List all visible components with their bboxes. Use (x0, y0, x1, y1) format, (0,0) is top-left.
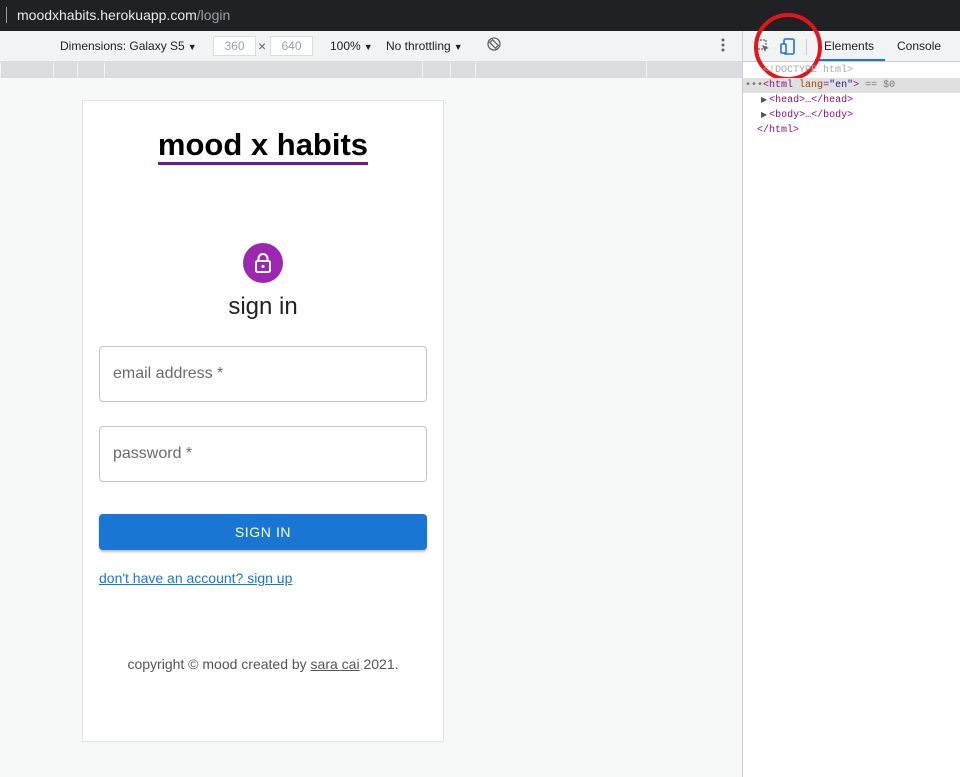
more-vert-icon[interactable] (720, 37, 726, 56)
ruler-segment[interactable] (475, 62, 646, 78)
dimensions-select[interactable]: Dimensions: Galaxy S5 ▼ (60, 39, 197, 53)
url-host: moodxhabits.herokuapp.com (17, 7, 197, 23)
selected-marker: == $0 (865, 80, 896, 91)
lock-icon (255, 253, 271, 273)
address-bar: moodxhabits.herokuapp.com/login (0, 0, 960, 31)
dom-head-node[interactable]: ▶ <head>…</head> (761, 93, 853, 108)
chevron-down-icon: ▼ (363, 42, 373, 52)
email-input[interactable] (100, 347, 426, 401)
email-field[interactable] (99, 346, 427, 402)
copyright-year: 2021. (363, 656, 399, 672)
ruler-segment[interactable] (422, 62, 450, 78)
throttling-select[interactable]: No throttling ▼ (386, 39, 463, 53)
tab-elements[interactable]: Elements (824, 39, 874, 53)
rotate-icon[interactable] (487, 37, 501, 54)
app-title[interactable]: mood x habits (83, 127, 443, 165)
emulated-viewport: mood x habits sign in SIGN IN don't have… (0, 78, 742, 777)
expand-triangle-icon[interactable]: ▶ (761, 96, 767, 105)
app-title-text: mood x habits (157, 127, 369, 165)
width-input[interactable]: 360 (213, 36, 256, 56)
ruler-segment[interactable] (77, 62, 104, 78)
ruler-segment[interactable] (450, 62, 475, 78)
signin-button[interactable]: SIGN IN (99, 514, 427, 550)
times-separator: × (258, 38, 267, 54)
ruler-segment[interactable] (0, 62, 53, 78)
ruler-segment[interactable] (53, 62, 77, 78)
height-input[interactable]: 640 (270, 36, 313, 56)
html-close-text: </html> (757, 125, 800, 136)
dimensions-label: Dimensions: Galaxy S5 (60, 39, 185, 53)
zoom-label: 100% (330, 39, 361, 53)
copyright-footer: copyright © mood created by sara cai 202… (83, 656, 443, 672)
active-tab-indicator (815, 59, 885, 61)
dom-html-node[interactable]: •••<html lang="en"> == $0 (743, 78, 960, 93)
signup-link[interactable]: don't have an account? sign up (99, 570, 292, 586)
body-node-text: <body>…</body> (769, 110, 854, 121)
devtools-toolbar: Elements Console (743, 13, 960, 81)
tab-console[interactable]: Console (897, 39, 941, 53)
dom-doctype[interactable]: <!DOCTYPE html> (763, 63, 853, 78)
author-link[interactable]: sara cai (311, 656, 360, 672)
ruler-segment[interactable] (646, 62, 742, 78)
password-input[interactable] (100, 427, 426, 481)
node-ellipsis: ••• (745, 80, 764, 91)
expand-triangle-icon[interactable]: ▶ (761, 111, 767, 120)
text-cursor (6, 7, 7, 23)
throttling-label: No throttling (386, 39, 451, 53)
dom-html-close[interactable]: </html> (757, 123, 799, 138)
html-attr-value: "en" (829, 80, 854, 91)
device-screen: mood x habits sign in SIGN IN don't have… (82, 100, 444, 742)
signin-heading: sign in (228, 293, 298, 320)
html-attr-name: lang (799, 80, 824, 91)
chevron-down-icon: ▼ (187, 42, 197, 52)
head-node-text: <head>…</head> (769, 95, 854, 106)
zoom-select[interactable]: 100% ▼ (330, 39, 373, 53)
url-field[interactable]: moodxhabits.herokuapp.com/login (17, 7, 230, 23)
chevron-down-icon: ▼ (453, 42, 463, 52)
lock-avatar (243, 243, 283, 283)
url-path: /login (196, 7, 231, 23)
html-open-tag: <html (763, 80, 794, 91)
device-toolbar: Dimensions: Galaxy S5 ▼ 360 × 640 100% ▼ N… (0, 31, 742, 62)
password-field[interactable] (99, 426, 427, 482)
html-open-bracket: > (853, 80, 860, 91)
media-query-ruler[interactable] (0, 62, 742, 78)
copyright-prefix: copyright © mood created by (127, 656, 307, 672)
dom-body-node[interactable]: ▶ <body>…</body> (761, 108, 853, 123)
ruler-segment[interactable] (104, 62, 422, 78)
devtools-panel: Elements Console <!DOCTYPE html> •••<htm… (742, 13, 960, 777)
